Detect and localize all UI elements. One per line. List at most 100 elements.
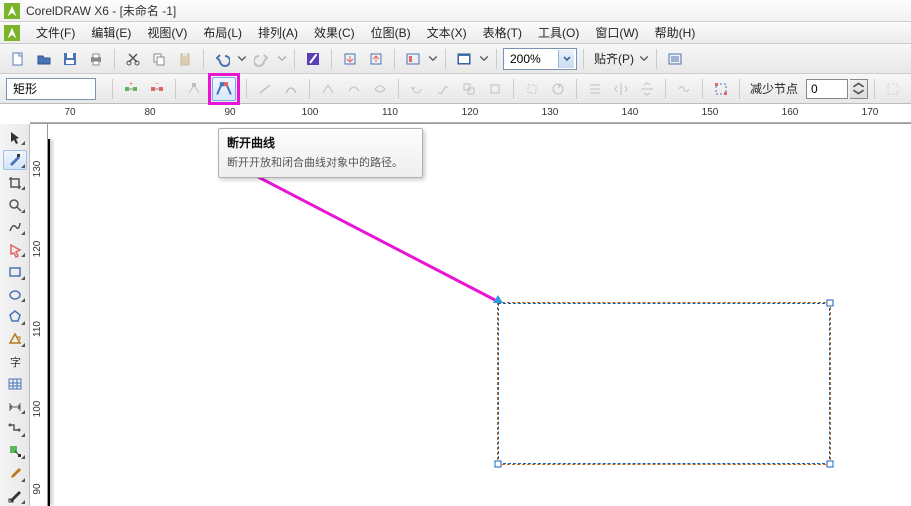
reduce-nodes-input[interactable]: 0 xyxy=(806,79,848,99)
new-button[interactable] xyxy=(6,47,30,71)
ellipse-tool[interactable] xyxy=(3,285,27,304)
elastic-button[interactable] xyxy=(672,77,696,101)
save-button[interactable] xyxy=(58,47,82,71)
node-bottom-left[interactable] xyxy=(495,461,502,468)
bounding-box-button[interactable] xyxy=(881,77,905,101)
separator xyxy=(513,79,514,99)
publish-dropdown[interactable] xyxy=(427,47,439,71)
reflect-v-button[interactable] xyxy=(635,77,659,101)
break-curve-button[interactable] xyxy=(212,77,236,101)
crop-tool[interactable] xyxy=(3,173,27,192)
import-button[interactable] xyxy=(338,47,362,71)
ruler-tick-label: 110 xyxy=(382,107,398,118)
menu-bitmaps[interactable]: 位图(B) xyxy=(363,22,419,43)
rectangle-tool[interactable] xyxy=(3,262,27,281)
open-button[interactable] xyxy=(32,47,56,71)
ruler-tick-label: 90 xyxy=(32,483,43,494)
rectangle-object[interactable] xyxy=(497,302,831,465)
cusp-button[interactable] xyxy=(316,77,340,101)
snap-dropdown[interactable] xyxy=(638,47,650,71)
shape-type-combo[interactable]: 矩形 xyxy=(6,78,96,100)
select-all-button[interactable] xyxy=(709,77,733,101)
menu-effects[interactable]: 效果(C) xyxy=(306,22,363,43)
smart-fill-tool[interactable] xyxy=(3,240,27,259)
app-menu-icon[interactable] xyxy=(4,25,20,41)
delete-node-button[interactable]: − xyxy=(145,77,169,101)
close-curve-button[interactable] xyxy=(483,77,507,101)
menu-layout[interactable]: 布局(L) xyxy=(195,22,250,43)
reflect-h-button[interactable] xyxy=(609,77,633,101)
rotate-button[interactable] xyxy=(546,77,570,101)
menu-tools[interactable]: 工具(O) xyxy=(530,22,587,43)
horizontal-ruler: 708090100110120130140150160170 xyxy=(30,106,911,124)
publish-pdf-button[interactable] xyxy=(401,47,425,71)
redo-dropdown[interactable] xyxy=(276,47,288,71)
standard-toolbar: 200% 贴齐(P) xyxy=(0,44,911,74)
menu-table[interactable]: 表格(T) xyxy=(475,22,530,43)
text-tool[interactable]: 字 xyxy=(3,352,27,371)
export-button[interactable] xyxy=(364,47,388,71)
menu-text[interactable]: 文本(X) xyxy=(419,22,475,43)
dimension-tool[interactable] xyxy=(3,397,27,416)
separator xyxy=(331,49,332,69)
print-button[interactable] xyxy=(84,47,108,71)
ruler-tick-label: 100 xyxy=(32,401,43,418)
ruler-tick-label: 160 xyxy=(782,107,799,118)
menu-edit[interactable]: 编辑(E) xyxy=(83,22,139,43)
eyedropper-tool[interactable] xyxy=(3,464,27,483)
extract-button[interactable] xyxy=(457,77,481,101)
to-line-button[interactable] xyxy=(253,77,277,101)
extend-button[interactable] xyxy=(431,77,455,101)
to-curve-button[interactable] xyxy=(279,77,303,101)
menu-window[interactable]: 窗口(W) xyxy=(587,22,646,43)
shape-tool[interactable] xyxy=(3,150,27,169)
fullscreen-button[interactable] xyxy=(452,47,476,71)
pick-tool[interactable] xyxy=(3,128,27,147)
page-edge xyxy=(48,139,50,506)
reverse-button[interactable] xyxy=(405,77,429,101)
smooth-button[interactable] xyxy=(342,77,366,101)
svg-text:+: + xyxy=(129,81,133,88)
interactive-tool[interactable] xyxy=(3,442,27,461)
copy-button[interactable] xyxy=(147,47,171,71)
node-bottom-right[interactable] xyxy=(827,461,834,468)
menu-view[interactable]: 视图(V) xyxy=(139,22,195,43)
separator xyxy=(294,49,295,69)
join-nodes-button[interactable] xyxy=(182,77,206,101)
chevron-down-icon[interactable] xyxy=(558,50,574,68)
align-button[interactable] xyxy=(583,77,607,101)
menu-arrange[interactable]: 排列(A) xyxy=(250,22,306,43)
reduce-nodes-spinner[interactable] xyxy=(850,79,868,99)
menu-file[interactable]: 文件(F) xyxy=(28,22,83,43)
polygon-tool[interactable] xyxy=(3,307,27,326)
redo-button[interactable] xyxy=(250,47,274,71)
zoom-combo[interactable]: 200% xyxy=(503,48,577,70)
menu-help[interactable]: 帮助(H) xyxy=(647,22,704,43)
paste-button[interactable] xyxy=(173,47,197,71)
search-button[interactable] xyxy=(301,47,325,71)
options-button[interactable] xyxy=(663,47,687,71)
undo-button[interactable] xyxy=(210,47,234,71)
cut-button[interactable] xyxy=(121,47,145,71)
canvas[interactable] xyxy=(48,124,911,506)
ruler-tick-label: 120 xyxy=(32,241,43,258)
connector-tool[interactable] xyxy=(3,419,27,438)
outline-tool[interactable] xyxy=(3,487,27,506)
table-tool[interactable] xyxy=(3,374,27,393)
symmetric-button[interactable] xyxy=(368,77,392,101)
reduce-nodes-label: 减少节点 xyxy=(750,80,798,97)
basic-shapes-tool[interactable] xyxy=(3,330,27,349)
separator xyxy=(394,49,395,69)
add-node-button[interactable]: + xyxy=(119,77,143,101)
freehand-tool[interactable] xyxy=(3,218,27,237)
start-node-icon[interactable] xyxy=(493,295,503,303)
fullscreen-dropdown[interactable] xyxy=(478,47,490,71)
undo-dropdown[interactable] xyxy=(236,47,248,71)
zoom-tool[interactable] xyxy=(3,195,27,214)
vertical-ruler: 13012011010090 xyxy=(30,124,48,506)
snap-label[interactable]: 贴齐(P) xyxy=(594,50,634,67)
stretch-button[interactable] xyxy=(520,77,544,101)
node-top-right[interactable] xyxy=(827,300,834,307)
ruler-tick-label: 120 xyxy=(462,107,479,118)
separator xyxy=(739,79,740,99)
